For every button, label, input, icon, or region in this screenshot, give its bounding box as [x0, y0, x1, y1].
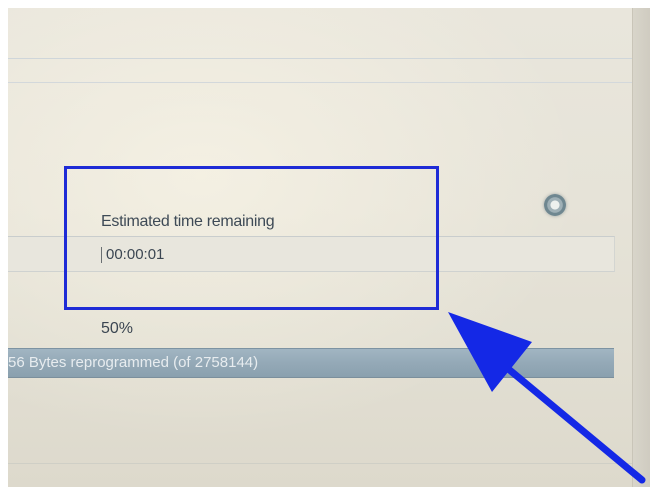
window-right-edge: [632, 8, 650, 487]
divider: [8, 463, 632, 464]
radio-button[interactable]: [544, 194, 566, 216]
progress-bar: 56 Bytes reprogrammed (of 2758144): [8, 348, 614, 378]
progress-percent: 50%: [101, 320, 134, 337]
divider: [8, 82, 632, 83]
highlight-box: [64, 166, 439, 310]
divider: [8, 58, 632, 59]
progress-bytes-text: 56 Bytes reprogrammed (of 2758144): [8, 354, 259, 371]
